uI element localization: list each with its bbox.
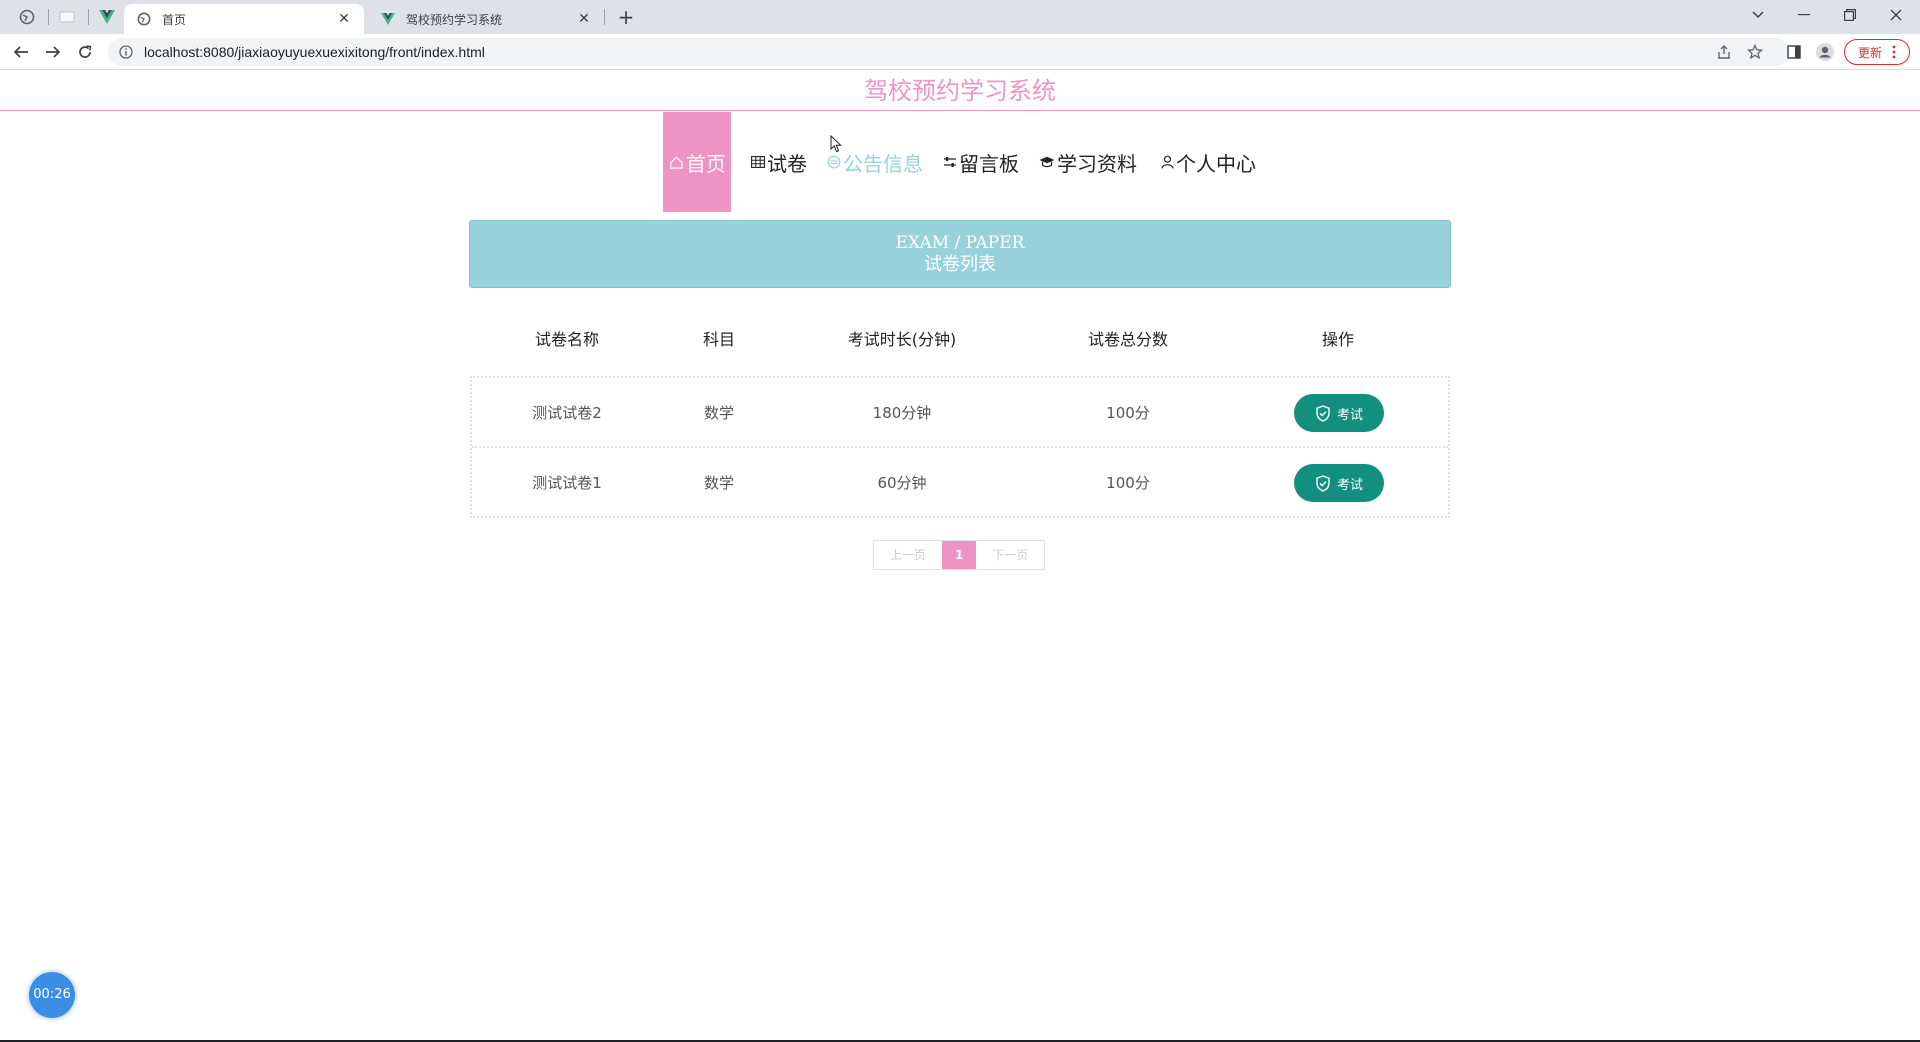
pinned-tab-globe[interactable] [12,0,42,34]
update-label: 更新 [1857,45,1882,60]
tab-home[interactable]: 首页 ✕ [124,4,364,34]
nav-item-label: 学习资料 [1057,151,1137,176]
reload-icon[interactable] [71,38,99,66]
close-window-icon[interactable] [1876,0,1916,30]
cell-total-score: 100分 [1106,474,1150,492]
blank-page-icon [59,11,75,23]
nav-item-user-center[interactable]: 个人中心 [1155,112,1262,212]
cell-total-score: 100分 [1106,404,1150,422]
cell-duration: 180分钟 [872,404,932,422]
close-tab-icon[interactable]: ✕ [576,11,592,27]
next-page-button[interactable]: 下一页 [976,541,1045,569]
pinned-tab-blank[interactable] [52,0,82,34]
site-title: 驾校预约学习系统 [864,77,1056,105]
restore-icon[interactable] [1830,0,1870,30]
site-info-icon[interactable] [118,44,134,60]
shield-check-icon [1316,474,1330,492]
column-header-score: 试卷总分数 [1087,330,1169,349]
cell-exam-name: 测试试卷2 [532,404,602,422]
nav-item-label: 个人中心 [1176,151,1256,176]
url-text: localhost:8080/jiaxiaoyuyuexuexixitong/f… [144,44,485,60]
home-icon [669,155,684,170]
share-icon[interactable] [1712,40,1736,64]
table-row: 测试试卷2 数学 180分钟 100分 考试 [472,378,1448,448]
back-icon[interactable] [7,38,35,66]
profile-avatar-icon[interactable] [1813,40,1837,64]
nav-item-home[interactable]: 首页 [663,112,731,212]
nav-item-label: 试卷 [767,151,807,176]
cell-duration: 60分钟 [877,474,927,492]
table-header: 试卷名称 科目 考试时长(分钟) 试卷总分数 操作 [469,320,1451,360]
vue-logo-icon [99,10,115,24]
start-exam-label: 考试 [1336,477,1363,493]
nav-item-message-board[interactable]: 留言板 [937,112,1025,212]
exam-table: 测试试卷2 数学 180分钟 100分 考试 测试试卷1 数学 60分钟 100… [470,376,1450,518]
main-nav: 首页 试卷 公告信息 留言板 学习资料 个人中心 [663,112,1262,212]
tab-title: 首页 [162,12,187,27]
new-tab-button[interactable]: + [612,5,640,29]
cell-subject: 数学 [703,474,735,492]
grid-icon [751,156,765,168]
tab-driving-school[interactable]: 驾校预约学习系统 ✕ [368,4,604,34]
nav-item-study-materials[interactable]: 学习资料 [1033,112,1143,212]
nav-item-label: 公告信息 [843,151,923,176]
nav-item-label: 留言板 [959,151,1019,176]
side-panel-icon[interactable] [1782,40,1806,64]
section-banner: EXAM / PAPER 试卷列表 [469,220,1451,288]
forward-icon[interactable] [39,38,67,66]
vue-logo-icon [381,13,395,25]
shield-check-icon [1316,404,1330,422]
tab-title: 驾校预约学习系统 [406,12,503,27]
column-header-subject: 科目 [702,330,736,349]
start-exam-label: 考试 [1336,407,1363,423]
banner-english-title: EXAM / PAPER [895,233,1025,253]
bookmark-star-icon[interactable] [1743,40,1767,64]
banner-chinese-title: 试卷列表 [924,254,996,275]
globe-icon [137,12,151,26]
nav-item-notice[interactable]: 公告信息 [821,112,929,212]
graduation-cap-icon [1039,156,1055,168]
more-vertical-icon [1892,45,1896,59]
pagination: 上一页 1 下一页 [873,540,1046,570]
nav-item-label: 首页 [686,151,726,176]
table-row: 测试试卷1 数学 60分钟 100分 考试 [472,448,1448,518]
globe-icon [19,9,35,25]
recording-timer-badge[interactable]: 00:26 [29,972,75,1018]
browser-tab-bar: 首页 ✕ 驾校预约学习系统 ✕ + [0,0,1920,34]
column-header-action: 操作 [1321,330,1355,349]
close-tab-icon[interactable]: ✕ [336,11,352,27]
title-divider [0,110,1920,111]
column-header-duration: 考试时长(分钟) [847,330,957,349]
pinned-tab-vue[interactable] [92,0,122,34]
user-icon [1161,155,1174,169]
address-bar[interactable]: localhost:8080/jiaxiaoyuyuexuexixitong/f… [108,38,1790,66]
sliders-icon [943,156,957,168]
prev-page-button[interactable]: 上一页 [874,541,943,569]
update-button[interactable]: 更新 [1844,39,1910,65]
start-exam-button[interactable]: 考试 [1294,394,1384,432]
column-header-name: 试卷名称 [534,330,600,349]
browser-toolbar: localhost:8080/jiaxiaoyuyuexuexixitong/f… [0,34,1920,70]
nav-item-exam[interactable]: 试卷 [745,112,813,212]
tab-search-icon[interactable] [1738,0,1778,30]
notice-icon [827,155,841,169]
cell-exam-name: 测试试卷1 [532,474,602,492]
start-exam-button[interactable]: 考试 [1294,464,1384,502]
mouse-cursor-icon [830,135,842,153]
cell-subject: 数学 [703,404,735,422]
page-number-current[interactable]: 1 [942,541,977,569]
minimize-icon[interactable] [1784,0,1824,30]
